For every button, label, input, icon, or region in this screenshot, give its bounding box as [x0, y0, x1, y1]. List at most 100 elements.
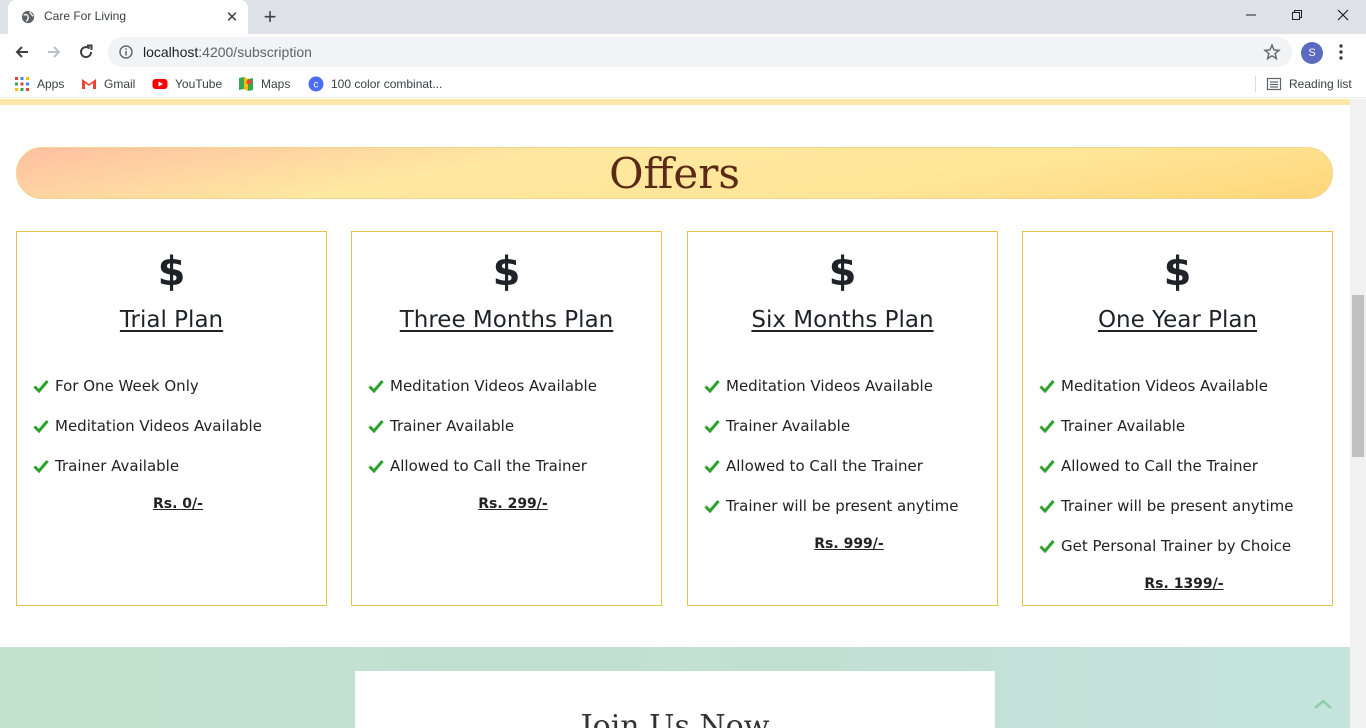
bookmark-youtube[interactable]: YouTube [152, 75, 222, 93]
feature-text: Allowed to Call the Trainer [390, 457, 587, 475]
feature-text: Meditation Videos Available [55, 417, 262, 435]
url-path: :4200/subscription [198, 44, 312, 60]
feature-text: Trainer Available [1061, 417, 1186, 435]
plan-card-six-months: $ Six Months Plan Meditation Videos Avai… [687, 231, 998, 606]
back-button[interactable] [10, 40, 34, 64]
feature-item: Allowed to Call the Trainer [368, 446, 658, 486]
bookmark-color-combinations[interactable]: c 100 color combinat... [308, 75, 442, 93]
check-icon [704, 500, 720, 513]
dollar-icon: $ [157, 249, 186, 295]
header-bottom-band [0, 99, 1350, 105]
svg-text:c: c [314, 80, 319, 91]
dollar-icon: $ [1163, 249, 1192, 295]
browser-tab[interactable]: Care For Living ✕ [8, 0, 248, 34]
check-icon [1039, 420, 1055, 433]
plan-card-one-year: $ One Year Plan Meditation Videos Availa… [1022, 231, 1333, 606]
reload-button[interactable] [74, 40, 98, 64]
bookmark-label: 100 color combinat... [331, 77, 443, 91]
tab-strip: Care For Living ✕ + [0, 0, 1366, 34]
bookmark-label: Gmail [104, 77, 136, 91]
offers-title: Offers [609, 149, 740, 198]
plan-title: Trial Plan [119, 307, 224, 333]
check-icon [1039, 460, 1055, 473]
feature-list: Meditation Videos Available Trainer Avai… [368, 366, 658, 512]
feature-text: Get Personal Trainer by Choice [1061, 537, 1292, 555]
plan-price[interactable]: Rs. 999/- [704, 536, 994, 552]
check-icon [33, 420, 49, 433]
feature-text: For One Week Only [55, 377, 199, 395]
minimize-button[interactable] [1228, 0, 1274, 30]
youtube-icon [152, 79, 168, 89]
plan-card-trial: $ Trial Plan For One Week Only Meditatio… [16, 231, 327, 606]
dollar-icon: $ [492, 249, 521, 295]
feature-item: For One Week Only [33, 366, 323, 406]
offers-banner: Offers [16, 147, 1333, 199]
reading-list-button[interactable]: Reading list [1266, 75, 1352, 93]
check-icon [1039, 380, 1055, 393]
maps-icon [239, 77, 253, 91]
check-icon [33, 380, 49, 393]
feature-text: Meditation Videos Available [726, 377, 933, 395]
dollar-icon: $ [828, 249, 857, 295]
more-options-icon[interactable] [1335, 42, 1347, 62]
feature-text: Allowed to Call the Trainer [726, 457, 923, 475]
bookmark-label: Maps [261, 77, 291, 91]
plan-price[interactable]: Rs. 0/- [33, 496, 323, 512]
page-viewport: Offers $ Trial Plan For One Week Only Me… [0, 99, 1350, 728]
feature-text: Trainer Available [726, 417, 851, 435]
check-icon [704, 460, 720, 473]
close-window-button[interactable] [1320, 0, 1366, 30]
info-icon[interactable] [119, 45, 133, 59]
scrollbar-thumb[interactable] [1352, 295, 1364, 457]
bookmark-maps[interactable]: Maps [238, 75, 290, 93]
scroll-to-top-icon[interactable] [1312, 697, 1334, 711]
bookmark-label: YouTube [175, 77, 223, 91]
plan-title: One Year Plan [1097, 307, 1258, 333]
join-card: Join Us Now [355, 671, 995, 728]
feature-list: Meditation Videos Available Trainer Avai… [1039, 366, 1329, 592]
restore-button[interactable] [1274, 0, 1320, 30]
feature-item: Trainer Available [704, 406, 994, 446]
check-icon [368, 420, 384, 433]
feature-text: Trainer will be present anytime [1061, 497, 1294, 515]
plan-card-three-months: $ Three Months Plan Meditation Videos Av… [351, 231, 662, 606]
feature-item: Trainer Available [1039, 406, 1329, 446]
tab-close-icon[interactable]: ✕ [224, 9, 240, 25]
apps-grid-icon [15, 77, 29, 91]
feature-item: Trainer Available [33, 446, 323, 486]
join-title: Join Us Now [580, 709, 770, 728]
plan-price[interactable]: Rs. 1399/- [1039, 576, 1329, 592]
plan-title: Three Months Plan [399, 307, 614, 333]
reading-list-label: Reading list [1289, 77, 1352, 91]
color-site-icon: c [308, 76, 324, 92]
feature-item: Get Personal Trainer by Choice [1039, 526, 1329, 566]
feature-item: Trainer will be present anytime [704, 486, 994, 526]
feature-item: Meditation Videos Available [704, 366, 994, 406]
forward-button[interactable] [42, 40, 66, 64]
arrow-right-icon [48, 46, 61, 58]
globe-icon [21, 10, 35, 24]
feature-text: Allowed to Call the Trainer [1061, 457, 1258, 475]
feature-text: Trainer Available [390, 417, 515, 435]
feature-text: Trainer Available [55, 457, 180, 475]
new-tab-button[interactable]: + [258, 6, 282, 28]
url-text[interactable]: localhost:4200/subscription [143, 44, 312, 60]
check-icon [704, 380, 720, 393]
reading-list-icon [1266, 77, 1282, 91]
star-icon[interactable] [1263, 43, 1281, 61]
feature-item: Meditation Videos Available [33, 406, 323, 446]
check-icon [368, 380, 384, 393]
profile-avatar[interactable]: S [1301, 42, 1323, 64]
minimize-icon [1246, 14, 1256, 16]
feature-item: Allowed to Call the Trainer [1039, 446, 1329, 486]
bookmark-apps[interactable]: Apps [14, 75, 64, 93]
feature-item: Meditation Videos Available [1039, 366, 1329, 406]
bookmark-gmail[interactable]: Gmail [81, 75, 135, 93]
bookmarks-bar: Apps Gmail YouTube Maps c 100 color comb… [0, 70, 1366, 98]
plan-price[interactable]: Rs. 299/- [368, 496, 658, 512]
check-icon [1039, 540, 1055, 553]
bookmark-label: Apps [37, 77, 65, 91]
reload-icon [80, 44, 93, 59]
address-bar[interactable]: localhost:4200/subscription [108, 37, 1292, 67]
feature-text: Meditation Videos Available [1061, 377, 1268, 395]
